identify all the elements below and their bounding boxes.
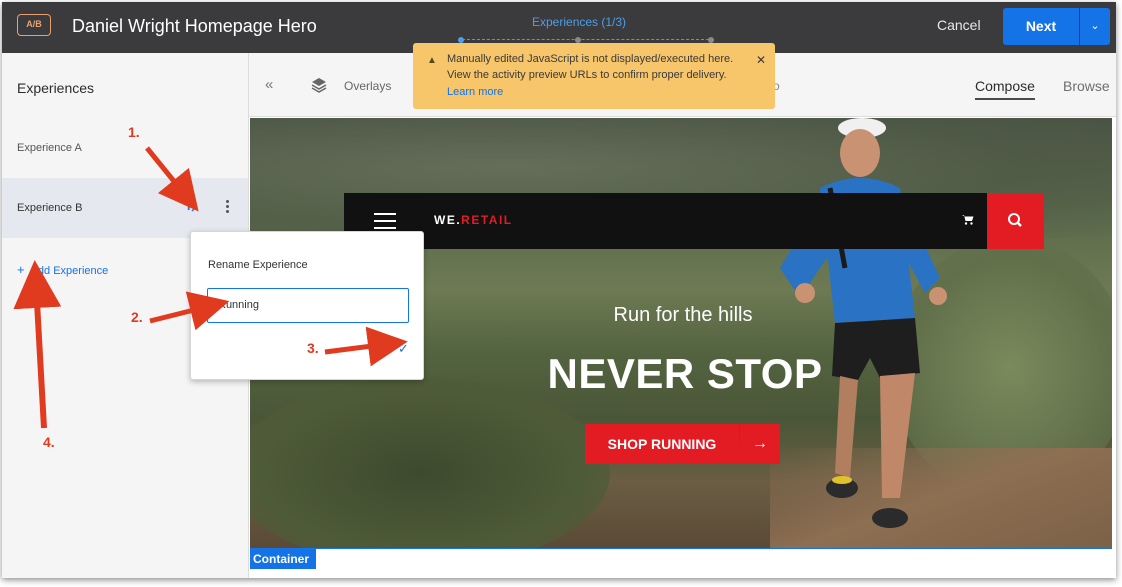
warning-toast: ▲ Manually edited JavaScript is not disp… [413,43,775,109]
rename-icon[interactable]: T [183,198,199,214]
container-outline [250,548,1112,549]
experience-name-input[interactable]: Running [207,288,409,323]
tab-compose[interactable]: Compose [975,78,1035,100]
annotation-label-4: 4. [43,434,55,450]
experience-label: Experience B [17,202,83,214]
menu-icon[interactable] [374,213,396,229]
svg-text:T: T [185,199,193,213]
collapse-panel-icon[interactable]: « [265,76,273,93]
search-button[interactable] [987,193,1044,249]
site-navbar: WE.RETAIL [344,193,988,249]
warning-message-line2: View the activity preview URLs to confir… [447,69,727,81]
more-options-icon[interactable] [223,198,231,214]
annotation-label-1: 1. [128,124,140,140]
tab-browse[interactable]: Browse [1063,78,1110,94]
cancel-button[interactable]: Cancel [937,17,981,33]
experience-item-b[interactable]: Experience B T [2,178,248,238]
app-window: A/B Daniel Wright Homepage Hero Experien… [2,2,1116,578]
search-icon [1008,213,1022,227]
arrow-right-icon[interactable]: → [740,424,780,464]
experiences-heading: Experiences [17,80,95,96]
runner-image [780,118,947,528]
next-dropdown-chevron-icon[interactable]: ⌄ [1080,8,1110,45]
site-logo[interactable]: WE.RETAIL [434,213,513,227]
ab-activity-badge: A/B [17,14,51,36]
close-icon[interactable]: ✕ [756,53,766,67]
experience-label: Experience A [17,142,82,154]
confirm-check-icon[interactable]: ✓ [398,341,409,357]
layers-icon[interactable] [311,77,327,93]
hero-title: NEVER STOP [547,350,823,397]
rename-experience-popover: Rename Experience Running ✓ [190,231,424,380]
annotation-label-3: 3. [307,340,319,356]
overlays-toggle[interactable]: Overlays [344,79,391,93]
add-experience-label: Add Experience [30,265,109,277]
next-button[interactable]: Next [1003,8,1079,45]
wizard-step-label: Experiences (1/3) [532,15,627,29]
cart-icon[interactable] [962,214,974,228]
warning-message-line1: Manually edited JavaScript is not displa… [447,53,734,65]
container-tag[interactable]: Container [250,549,316,569]
hero-subtitle: Run for the hills [613,304,753,326]
add-experience-button[interactable]: + Add Experience [17,262,108,277]
plus-icon: + [17,262,25,277]
shop-running-button[interactable]: SHOP RUNNING [585,424,739,464]
rename-popover-title: Rename Experience [208,259,308,271]
learn-more-link[interactable]: Learn more [447,86,503,98]
warning-icon: ▲ [427,55,437,66]
experience-item-a[interactable]: Experience A [2,119,248,177]
activity-title: Daniel Wright Homepage Hero [72,16,317,36]
annotation-label-2: 2. [131,309,143,325]
